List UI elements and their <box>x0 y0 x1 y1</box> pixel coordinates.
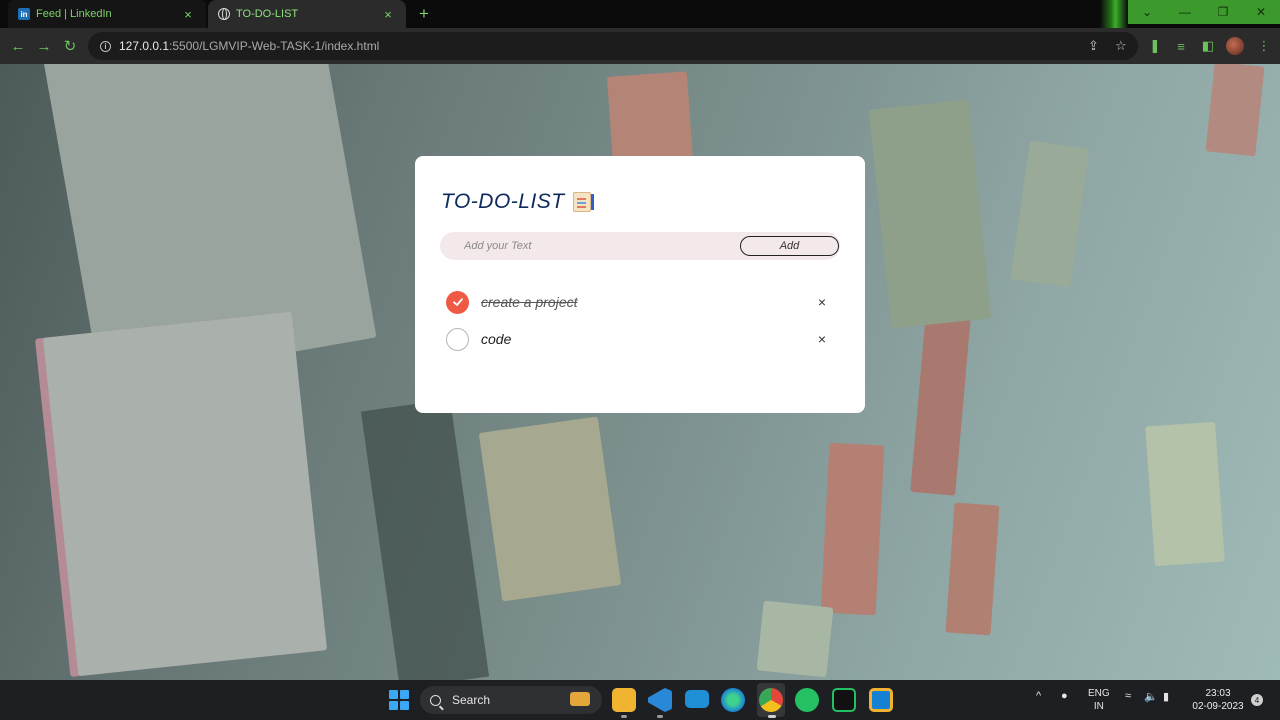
file-explorer-icon[interactable] <box>612 688 636 712</box>
background-sticky-note <box>1145 421 1225 567</box>
title-text: TO-DO-LIST <box>441 190 565 213</box>
task-input[interactable] <box>440 232 730 260</box>
wifi-icon[interactable]: ≈ <box>1125 690 1131 702</box>
remove-task-icon[interactable]: × <box>812 331 832 347</box>
task-text: create a project <box>481 294 578 310</box>
show-hidden-icons-chevron[interactable]: ^ <box>1036 690 1041 702</box>
background-sticky-note <box>1205 64 1265 157</box>
background-sticky-note <box>1010 140 1090 288</box>
background-sticky-note <box>945 502 1000 636</box>
new-tab-button[interactable]: + <box>414 4 434 24</box>
battery-icon[interactable]: ▮ <box>1163 690 1169 703</box>
remove-task-icon[interactable]: × <box>812 294 832 310</box>
close-window-button[interactable]: ✕ <box>1242 0 1280 24</box>
background-sticky-note <box>478 416 622 602</box>
url-text: 127.0.0.1:5500/LGMVIP-Web-TASK-1/index.h… <box>119 39 380 53</box>
meet-mic-muted-icon[interactable]: ● <box>1061 690 1068 702</box>
search-icon <box>430 694 441 706</box>
background-shadow <box>360 399 490 680</box>
linkedin-icon: in <box>18 8 30 20</box>
search-label: Search <box>452 693 491 707</box>
add-button[interactable]: Add <box>740 236 839 256</box>
background-sticky-note <box>820 442 885 616</box>
language-indicator[interactable]: ENG IN <box>1088 687 1110 713</box>
running-indicator <box>657 715 663 718</box>
tab-title: Feed | LinkedIn <box>36 8 112 20</box>
vscode-icon[interactable] <box>648 688 672 712</box>
address-bar[interactable]: i 127.0.0.1:5500/LGMVIP-Web-TASK-1/index… <box>88 32 1138 60</box>
tab-linkedin[interactable]: in Feed | LinkedIn × <box>8 0 206 28</box>
background-sticky-note <box>868 99 992 329</box>
pycharm-icon[interactable] <box>832 688 856 712</box>
reload-icon[interactable]: ↻ <box>60 36 80 56</box>
chrome-icon[interactable] <box>759 688 783 712</box>
info-icon[interactable]: i <box>100 40 111 52</box>
date: 02-09-2023 <box>1192 701 1244 712</box>
tab-strip: in Feed | LinkedIn × TO-DO-LIST × + ⌄ — … <box>0 0 1280 28</box>
close-icon[interactable]: × <box>380 7 396 22</box>
background-sticky-note <box>42 311 328 677</box>
task-input-row: Add <box>440 232 840 260</box>
todo-card: TO-DO-LIST Add create a project × code × <box>415 156 865 413</box>
virtualbox-icon[interactable] <box>869 688 893 712</box>
speaker-muted-icon[interactable]: 🔈 <box>1144 690 1158 703</box>
media-queue-icon[interactable]: ≡ <box>1173 38 1189 54</box>
background-sticky-note <box>606 71 694 167</box>
restore-button[interactable]: ❐ <box>1204 0 1242 24</box>
search-highlight-icon <box>570 692 590 706</box>
minimize-button[interactable]: — <box>1166 0 1204 24</box>
side-panel-icon[interactable]: ◧ <box>1200 38 1216 54</box>
task-item[interactable]: code × <box>446 327 836 351</box>
windows-start-icon[interactable] <box>389 690 409 710</box>
background-sticky-note <box>910 312 971 496</box>
tab-todo-list[interactable]: TO-DO-LIST × <box>208 0 406 28</box>
taskbar-search[interactable]: Search <box>420 686 602 714</box>
tab-title: TO-DO-LIST <box>236 8 299 20</box>
more-menu-icon[interactable]: ⋮ <box>1256 38 1272 54</box>
clock[interactable]: 23:03 02-09-2023 <box>1188 687 1248 713</box>
back-arrow-icon[interactable]: ← <box>8 36 28 56</box>
share-icon[interactable]: ⇪ <box>1088 38 1099 54</box>
globe-icon <box>218 8 230 20</box>
running-indicator <box>768 715 776 718</box>
checked-circle-icon[interactable] <box>446 290 469 314</box>
unchecked-circle-icon[interactable] <box>446 327 469 351</box>
time: 23:03 <box>1205 688 1231 699</box>
profile-avatar[interactable] <box>1226 37 1244 55</box>
running-indicator <box>621 715 627 718</box>
page-title: TO-DO-LIST <box>441 190 594 214</box>
desktop-app-icon[interactable] <box>685 690 709 708</box>
bookmark-star-icon[interactable]: ☆ <box>1115 38 1127 54</box>
extensions-puzzle-icon[interactable]: ❚ <box>1147 38 1163 54</box>
close-icon[interactable]: × <box>180 7 196 22</box>
background-sticky-note <box>756 600 834 678</box>
windows-taskbar: Search ^ ● ENG IN ≈ 🔈 ▮ 23:03 02-09-2023… <box>0 680 1280 720</box>
edge-icon[interactable] <box>721 688 745 712</box>
task-item[interactable]: create a project × <box>446 290 836 314</box>
notification-badge[interactable]: 4 <box>1251 694 1263 706</box>
tab-search-dropdown-button[interactable]: ⌄ <box>1128 0 1166 24</box>
browser-toolbar: ← → ↻ i 127.0.0.1:5500/LGMVIP-Web-TASK-1… <box>0 28 1280 64</box>
window-frame-glow <box>1100 0 1128 28</box>
whatsapp-icon[interactable] <box>795 688 819 712</box>
forward-arrow-icon[interactable]: → <box>34 36 54 56</box>
task-text: code <box>481 331 512 347</box>
notepad-icon <box>572 192 594 212</box>
